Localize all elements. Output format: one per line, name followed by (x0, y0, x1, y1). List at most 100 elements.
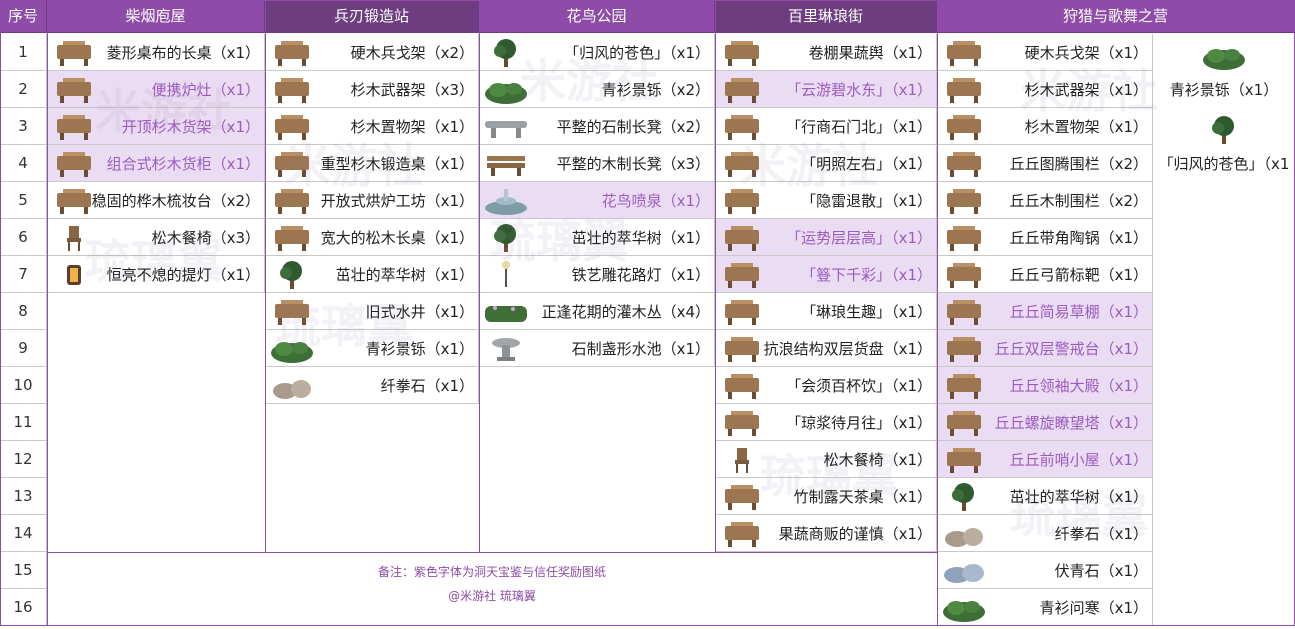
row-number[interactable]: 1 (0, 34, 47, 71)
row-number[interactable]: 3 (0, 108, 47, 145)
item-cell[interactable]: 宽大的松木长桌（x1） (265, 219, 479, 256)
item-cell[interactable]: 「归风的苍色」（x1） (479, 34, 715, 71)
item-cell[interactable]: 「琳琅生趣」（x1） (715, 293, 937, 330)
item-cell[interactable]: 「行商石门北」（x1） (715, 108, 937, 145)
item-cell[interactable]: 纤拳石（x1） (265, 367, 479, 404)
item-cell[interactable]: 丘丘前哨小屋（x1） (937, 441, 1153, 478)
item-name: 恒亮不熄的提灯（x1） (106, 265, 260, 284)
item-cell[interactable]: 「簦下千彩」（x1） (715, 256, 937, 293)
target-icon (941, 259, 987, 290)
item-cell[interactable]: 「会须百杯饮」（x1） (715, 367, 937, 404)
row-number[interactable]: 13 (0, 478, 47, 515)
item-name: 卷棚果蔬舆（x1） (808, 43, 932, 62)
item-name: 竹制露天茶桌（x1） (793, 487, 932, 506)
item-cell[interactable]: 丘丘领袖大殿（x1） (937, 367, 1153, 404)
item-cell[interactable]: 菱形桌布的长桌（x1） (47, 34, 265, 71)
item-cell[interactable]: 铁艺雕花路灯（x1） (479, 256, 715, 293)
extra-item[interactable]: 「归风的苍色」（x1 (1153, 108, 1295, 182)
item-cell[interactable]: 丘丘带角陶锅（x1） (937, 219, 1153, 256)
item-cell[interactable]: 平整的木制长凳（x3） (479, 145, 715, 182)
header-1[interactable]: 柴烟庖屋 (47, 0, 265, 33)
row-number[interactable]: 16 (0, 589, 47, 626)
item-cell[interactable]: 「运势层层高」（x1） (715, 219, 937, 256)
row-number[interactable]: 6 (0, 219, 47, 256)
column-divider[interactable] (479, 0, 480, 552)
item-cell[interactable]: 丘丘木制围栏（x2） (937, 182, 1153, 219)
item-cell[interactable]: 丘丘螺旋瞭望塔（x1） (937, 404, 1153, 441)
header-4[interactable]: 百里琳琅街 (715, 0, 937, 33)
item-cell[interactable]: 纤拳石（x1） (937, 515, 1153, 552)
column-divider[interactable] (47, 0, 48, 626)
item-cell[interactable]: 「云游碧水东」（x1） (715, 71, 937, 108)
item-cell[interactable]: 旧式水井（x1） (265, 293, 479, 330)
item-cell[interactable]: 组合式杉木货柜（x1） (47, 145, 265, 182)
remark-note[interactable]: 备注：紫色字体为洞天宝鉴与信任奖励图纸 @米游社 琉璃翼 (47, 560, 937, 608)
item-cell[interactable]: 重型杉木锻造桌（x1） (265, 145, 479, 182)
tree-icon (483, 37, 529, 68)
header-5[interactable]: 狩猎与歌舞之营 (937, 0, 1295, 33)
item-name: 组合式杉木货柜（x1） (106, 154, 260, 173)
item-cell[interactable]: 松木餐椅（x3） (47, 219, 265, 256)
item-cell[interactable]: 平整的石制长凳（x2） (479, 108, 715, 145)
row-number[interactable]: 8 (0, 293, 47, 330)
header-3[interactable]: 花鸟公园 (479, 0, 715, 33)
row-number[interactable]: 9 (0, 330, 47, 367)
item-cell[interactable]: 茁壮的萃华树（x1） (937, 478, 1153, 515)
item-cell[interactable]: 硬木兵戈架（x1） (937, 34, 1153, 71)
item-name: 青衫问寒（x1） (1039, 598, 1148, 617)
row-number[interactable]: 2 (0, 71, 47, 108)
item-cell[interactable]: 石制盏形水池（x1） (479, 330, 715, 367)
item-cell[interactable]: 青衫景铄（x2） (479, 71, 715, 108)
header-2[interactable]: 兵刃锻造站 (265, 0, 479, 33)
drink-stall-icon (719, 370, 765, 401)
item-cell[interactable]: 花鸟喷泉（x1） (479, 182, 715, 219)
column-divider[interactable] (265, 0, 266, 552)
item-cell[interactable]: 「明照左右」（x1） (715, 145, 937, 182)
item-cell[interactable]: 便携炉灶（x1） (47, 71, 265, 108)
column-divider[interactable] (937, 0, 938, 626)
item-cell[interactable]: 丘丘双层警戒台（x1） (937, 330, 1153, 367)
item-cell[interactable]: 杉木置物架（x1） (265, 108, 479, 145)
row-number[interactable]: 7 (0, 256, 47, 293)
item-cell[interactable]: 开放式烘炉工坊（x1） (265, 182, 479, 219)
row-number[interactable]: 12 (0, 441, 47, 478)
row-number[interactable]: 15 (0, 552, 47, 589)
extra-item[interactable]: 青衫景铄（x1） (1153, 34, 1295, 108)
row-number[interactable]: 11 (0, 404, 47, 441)
note-top-border[interactable] (47, 552, 937, 553)
item-cell[interactable]: 青衫问寒（x1） (937, 589, 1153, 626)
item-cell[interactable]: 松木餐椅（x1） (715, 441, 937, 478)
frame-rack-icon (941, 111, 987, 142)
item-name: 松木餐椅（x3） (151, 228, 260, 247)
item-cell[interactable]: 竹制露天茶桌（x1） (715, 478, 937, 515)
item-cell[interactable]: 杉木置物架（x1） (937, 108, 1153, 145)
lamp-post-icon (719, 148, 765, 179)
item-cell[interactable]: 伏青石（x1） (937, 552, 1153, 589)
row-number[interactable]: 5 (0, 182, 47, 219)
row-number[interactable]: 10 (0, 367, 47, 404)
item-cell[interactable]: 恒亮不熄的提灯（x1） (47, 256, 265, 293)
item-cell[interactable]: 果蔬商贩的谨慎（x1） (715, 515, 937, 552)
item-name: 开顶杉木货架（x1） (121, 117, 260, 136)
item-cell[interactable]: 「琼浆待月往」（x1） (715, 404, 937, 441)
item-cell[interactable]: 硬木兵戈架（x2） (265, 34, 479, 71)
item-cell[interactable]: 开顶杉木货架（x1） (47, 108, 265, 145)
column-divider[interactable] (715, 0, 716, 552)
item-cell[interactable]: 丘丘图腾围栏（x2） (937, 145, 1153, 182)
item-cell[interactable]: 抗浪结构双层货盘（x1） (715, 330, 937, 367)
item-cell[interactable]: 「隐雷退散」（x1） (715, 182, 937, 219)
item-cell[interactable]: 正逢花期的灌木丛（x4） (479, 293, 715, 330)
item-cell[interactable]: 茁壮的萃华树（x1） (265, 256, 479, 293)
row-number[interactable]: 4 (0, 145, 47, 182)
header-number[interactable]: 序号 (0, 0, 47, 33)
item-cell[interactable]: 茁壮的萃华树（x1） (479, 219, 715, 256)
tree-icon (483, 222, 529, 253)
item-cell[interactable]: 丘丘弓箭标靶（x1） (937, 256, 1153, 293)
item-cell[interactable]: 杉木武器架（x1） (937, 71, 1153, 108)
item-cell[interactable]: 卷棚果蔬舆（x1） (715, 34, 937, 71)
row-number[interactable]: 14 (0, 515, 47, 552)
item-cell[interactable]: 稳固的桦木梳妆台（x2） (47, 182, 265, 219)
item-cell[interactable]: 杉木武器架（x3） (265, 71, 479, 108)
item-cell[interactable]: 青衫景铄（x1） (265, 330, 479, 367)
item-cell[interactable]: 丘丘简易草棚（x1） (937, 293, 1153, 330)
